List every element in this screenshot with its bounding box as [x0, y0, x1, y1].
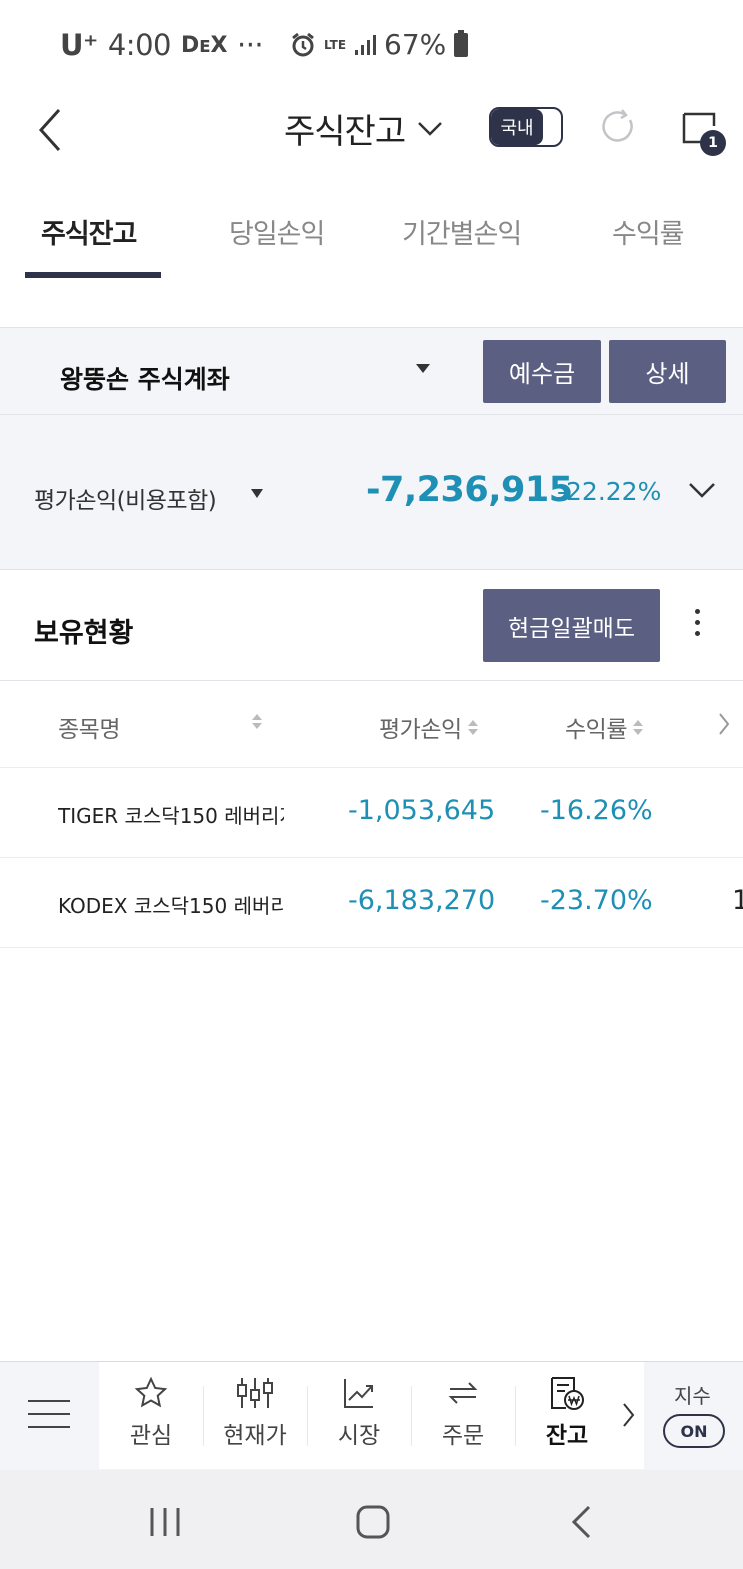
nav-label: 시장	[337, 1423, 381, 1449]
table-header: 종목명 평가손익 수익률	[0, 682, 743, 768]
stock-pnl: -6,183,270	[348, 885, 496, 916]
tab-stock-balance[interactable]: 주식잔고	[41, 212, 137, 251]
system-nav-bar	[0, 1470, 743, 1569]
sell-all-button[interactable]: 현금일괄매도	[483, 589, 660, 662]
stock-rate: -23.70%	[540, 885, 653, 916]
recent-apps-icon[interactable]	[148, 1506, 182, 1538]
table-row[interactable]: KODEX 코스닥150 레버리지 -6,183,270 -23.70% 1	[0, 858, 743, 948]
account-dropdown-icon[interactable]	[416, 364, 430, 373]
index-label: 지수	[674, 1384, 711, 1408]
chevron-right-icon[interactable]	[622, 1402, 636, 1428]
trend-chart-icon	[344, 1379, 373, 1408]
lte-icon: LTE	[324, 37, 347, 52]
sort-icon	[632, 719, 643, 735]
column-label: 수익률	[565, 717, 627, 743]
column-rate-header[interactable]: 수익률	[565, 710, 643, 744]
refresh-button[interactable]	[598, 106, 638, 150]
deposit-button[interactable]: 예수금	[483, 340, 601, 403]
holdings-title: 보유현황	[34, 618, 134, 649]
nav-watchlist[interactable]: 관심	[99, 1362, 203, 1469]
tab-daily-pnl[interactable]: 당일손익	[229, 212, 325, 251]
page-title: 주식잔고	[284, 112, 406, 152]
window-count-badge: 1	[700, 130, 726, 156]
nav-label: 현재가	[223, 1423, 287, 1449]
column-label: 평가손익	[379, 717, 462, 743]
account-selector-row: 왕뚱손 주식계좌 예수금 상세	[0, 327, 743, 415]
chevron-right-icon[interactable]	[718, 712, 730, 736]
chevron-down-icon	[418, 121, 443, 136]
nav-label: 잔고	[545, 1423, 589, 1449]
battery-icon	[454, 29, 469, 57]
stock-name: TIGER 코스닥150 레버리지	[58, 804, 284, 828]
dex-icon: DᴇX	[180, 32, 228, 58]
sort-icon	[467, 719, 478, 735]
pnl-label[interactable]: 평가손익(비용포함)	[34, 481, 217, 515]
app-bar: 주식잔고 국내 1	[0, 90, 743, 170]
column-label: 종목명	[58, 717, 120, 743]
battery-percent: 67%	[384, 28, 447, 61]
home-icon[interactable]	[355, 1504, 391, 1540]
stock-pnl: -1,053,645	[348, 795, 496, 826]
pnl-summary: 평가손익(비용포함) -7,236,915 -22.22%	[0, 415, 743, 570]
pnl-rate: -22.22%	[557, 477, 662, 506]
stock-name: KODEX 코스닥150 레버리지	[58, 894, 284, 918]
chevron-left-icon	[38, 108, 61, 152]
status-bar: U⁺ 4:00 DᴇX ··· LTE 67%	[0, 0, 743, 90]
carrier-label: U⁺	[60, 28, 98, 62]
holdings-header: 보유현황 현금일괄매도	[0, 571, 743, 681]
pnl-value: -7,236,915	[366, 470, 573, 510]
account-name[interactable]: 왕뚱손 주식계좌	[60, 360, 230, 396]
star-icon	[134, 1376, 168, 1408]
candlestick-icon	[237, 1378, 273, 1408]
column-pnl-header[interactable]: 평가손익	[379, 710, 478, 744]
clock: 4:00	[107, 28, 172, 62]
back-button[interactable]	[28, 100, 72, 160]
nav-label: 관심	[129, 1423, 173, 1449]
bottom-nav: 관심 현재가 시장 주문 잔고 지수 ON	[0, 1361, 743, 1470]
nav-current-price[interactable]: 현재가	[203, 1362, 307, 1469]
nav-label: 주문	[441, 1423, 485, 1449]
pnl-dropdown-icon[interactable]	[251, 489, 263, 498]
expand-summary-button[interactable]	[688, 481, 716, 503]
won-document-icon	[551, 1377, 584, 1410]
table-row[interactable]: TIGER 코스닥150 레버리지 -1,053,645 -16.26%	[0, 768, 743, 858]
signal-icon	[355, 34, 377, 55]
tab-period-pnl[interactable]: 기간별손익	[402, 212, 522, 251]
domestic-toggle-label: 국내	[491, 109, 543, 145]
nav-market[interactable]: 시장	[307, 1362, 411, 1469]
more-options-icon[interactable]	[695, 609, 700, 636]
index-toggle[interactable]: ON	[663, 1414, 725, 1448]
alarm-icon	[292, 32, 314, 56]
nav-items: 관심 현재가 시장 주문 잔고	[99, 1362, 644, 1469]
column-name-header[interactable]: 종목명	[58, 710, 120, 744]
sort-icon[interactable]	[252, 714, 262, 729]
tab-return-rate[interactable]: 수익률	[612, 212, 685, 251]
more-notifications-icon: ···	[237, 28, 264, 62]
detail-button[interactable]: 상세	[609, 340, 726, 403]
stock-extra: 1	[732, 885, 743, 916]
active-tab-indicator	[25, 272, 161, 278]
nav-balance[interactable]: 잔고	[515, 1362, 619, 1469]
exchange-arrows-icon	[448, 1382, 478, 1404]
refresh-icon	[602, 109, 633, 142]
stock-rate: -16.26%	[540, 795, 653, 826]
hamburger-menu-icon[interactable]	[28, 1400, 70, 1428]
system-back-icon[interactable]	[570, 1504, 592, 1540]
tab-bar: 주식잔고 당일손익 기간별손익 수익률	[0, 190, 743, 285]
chevron-down-icon	[689, 483, 715, 498]
nav-order[interactable]: 주문	[411, 1362, 515, 1469]
title-dropdown[interactable]: 주식잔고	[284, 104, 443, 153]
domestic-toggle[interactable]: 국내	[489, 107, 563, 147]
